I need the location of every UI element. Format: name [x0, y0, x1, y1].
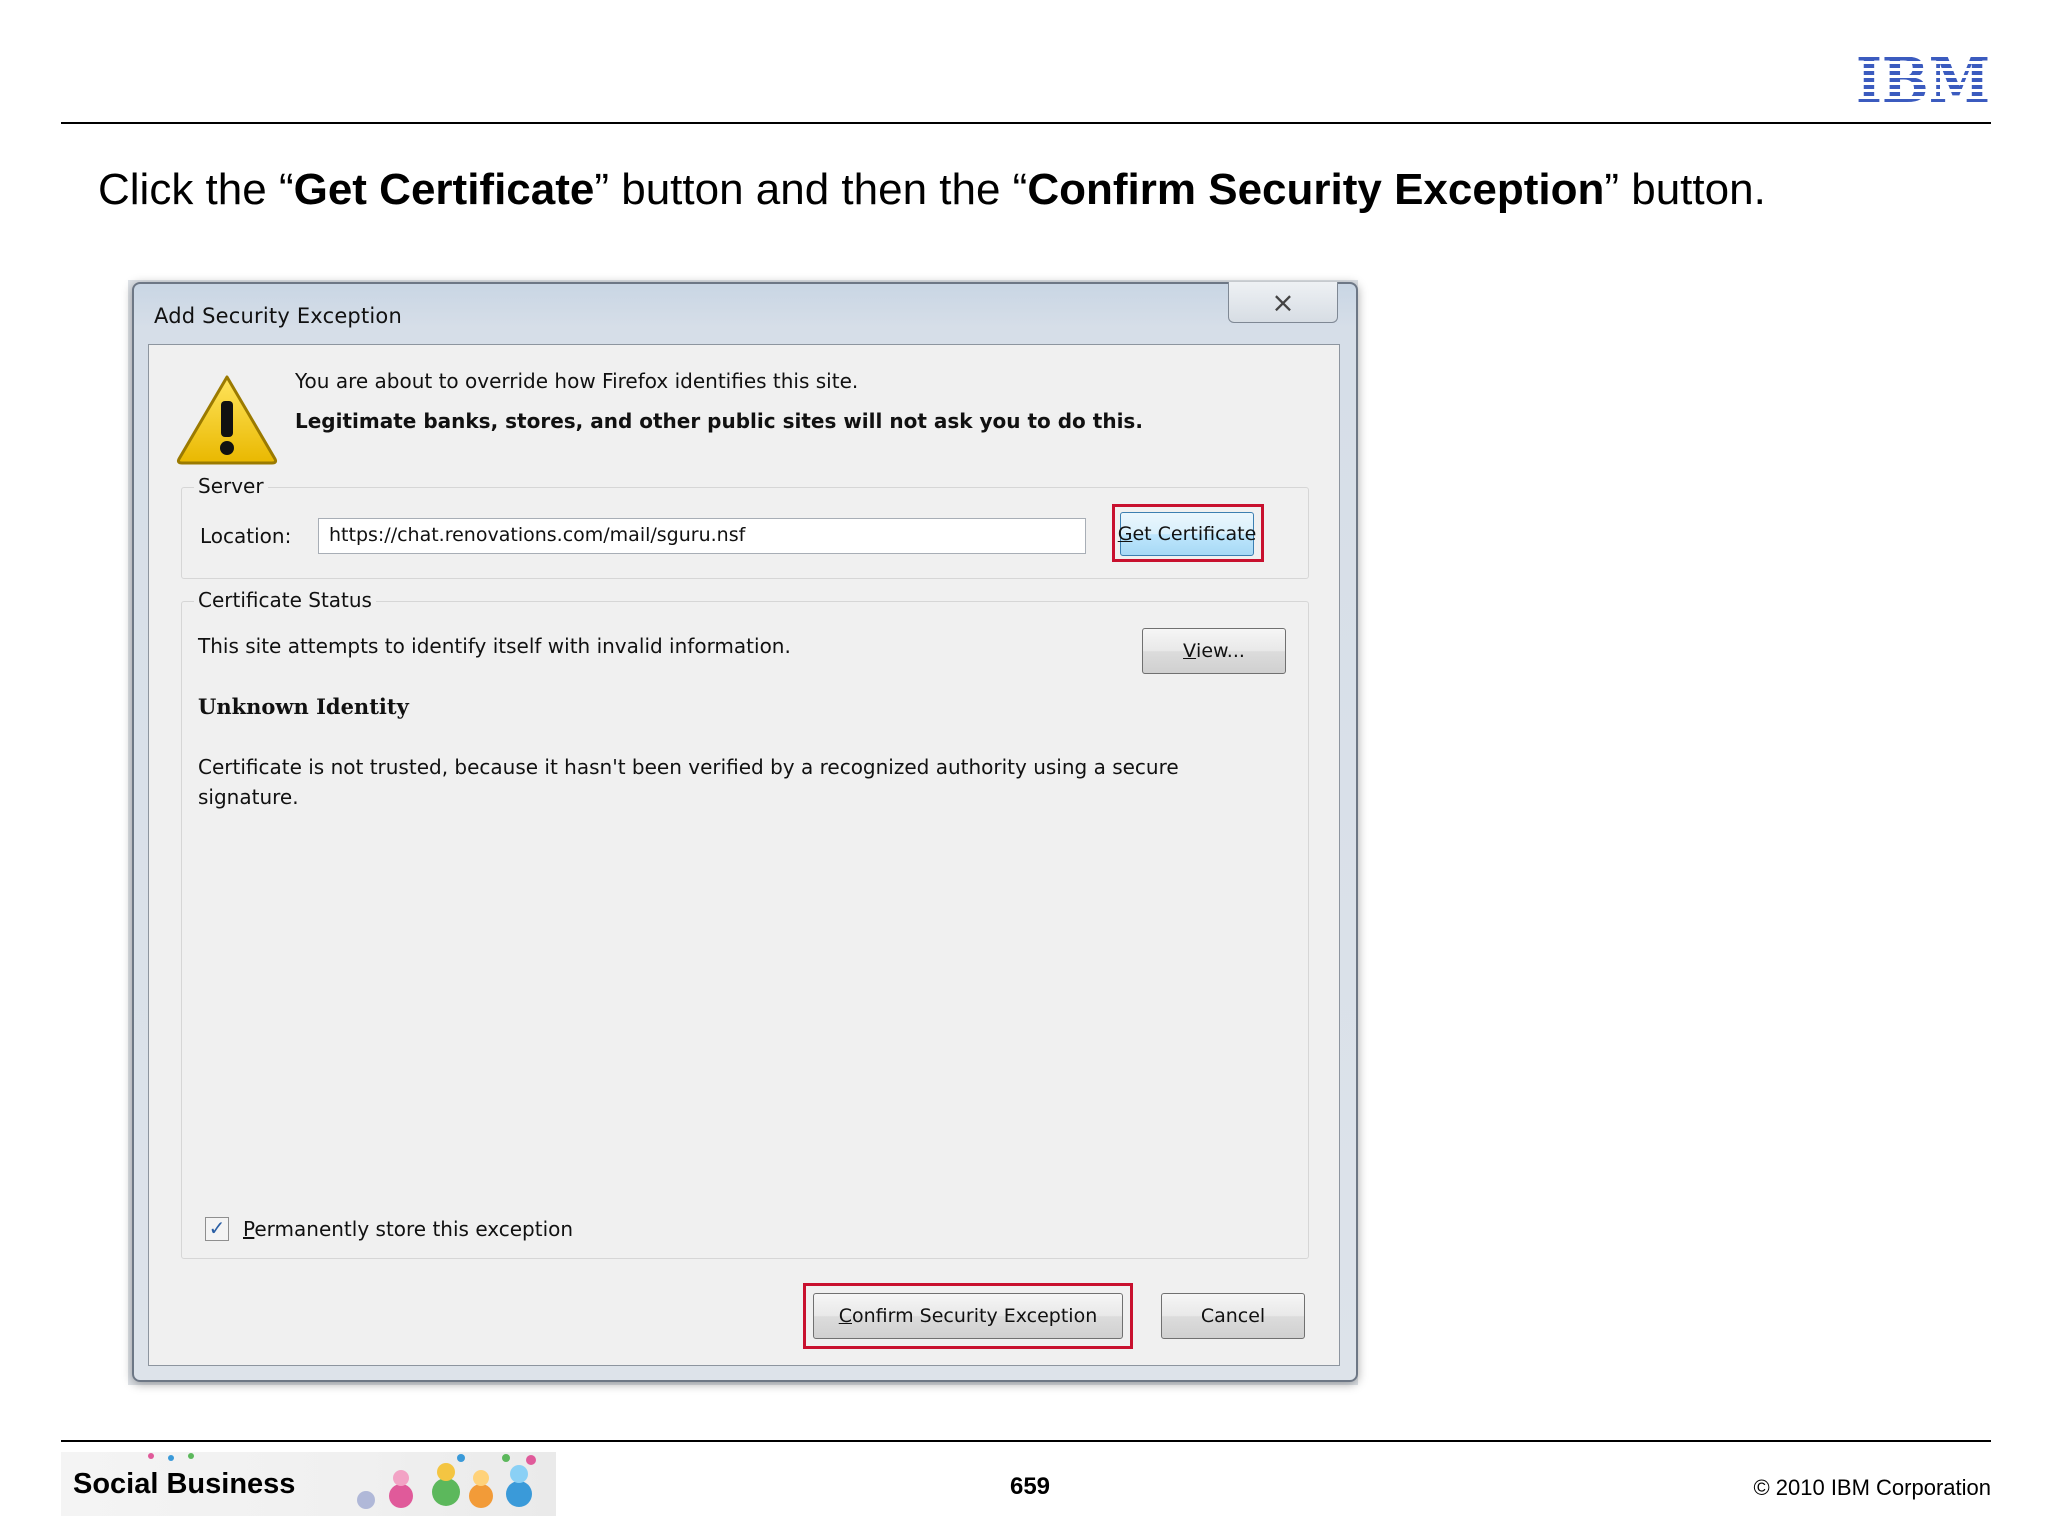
certificate-status-label: Certificate Status [194, 588, 376, 612]
location-input[interactable]: https://chat.renovations.com/mail/sguru.… [318, 518, 1086, 554]
ibm-logo: IBM [1856, 50, 1990, 106]
social-business-banner: Social Business [61, 1452, 556, 1516]
svg-text:IBM: IBM [1856, 50, 1990, 106]
permanent-store-checkbox[interactable]: ✓ [205, 1217, 229, 1241]
dialog-screenshot: Add Security Exception ⨯ You are about t… [128, 280, 1358, 1385]
header-rule [61, 122, 1991, 124]
status-text: This site attempts to identify itself wi… [198, 634, 791, 658]
legitimate-sites-warning: Legitimate banks, stores, and other publ… [295, 409, 1143, 433]
unknown-identity-heading: Unknown Identity [198, 694, 409, 719]
cancel-button[interactable]: Cancel [1161, 1293, 1305, 1339]
permanent-store-label[interactable]: Permanently store this exception [243, 1217, 573, 1241]
dialog-title: Add Security Exception [154, 304, 402, 328]
copyright: © 2010 IBM Corporation [1753, 1475, 1991, 1500]
close-icon: ⨯ [1271, 286, 1295, 318]
instruction-text: Click the “Get Certificate” button and t… [98, 165, 1766, 214]
override-message: You are about to override how Firefox id… [295, 369, 859, 393]
warning-icon [176, 375, 278, 465]
location-label: Location: [200, 524, 292, 548]
confirm-security-exception-button[interactable]: Confirm Security Exception [813, 1293, 1123, 1339]
get-certificate-button[interactable]: Get Certificate [1118, 512, 1256, 556]
footer-rule [61, 1440, 1991, 1442]
close-button[interactable]: ⨯ [1228, 282, 1338, 323]
social-business-text: Social Business [73, 1468, 296, 1500]
checkmark-icon: ✓ [208, 1218, 226, 1240]
server-group-label: Server [194, 474, 268, 498]
certificate-status-group: Certificate Status This site attempts to… [181, 588, 1309, 1259]
server-group: Server Location: https://chat.renovation… [181, 474, 1309, 579]
add-security-exception-dialog: Add Security Exception ⨯ You are about t… [132, 282, 1358, 1382]
page-number: 659 [1009, 1473, 1051, 1500]
permanent-store-row[interactable]: ✓ Permanently store this exception [205, 1217, 573, 1241]
dialog-body: You are about to override how Firefox id… [148, 344, 1340, 1366]
certificate-detail-text: Certificate is not trusted, because it h… [198, 755, 1179, 809]
view-button[interactable]: View... [1142, 628, 1286, 674]
